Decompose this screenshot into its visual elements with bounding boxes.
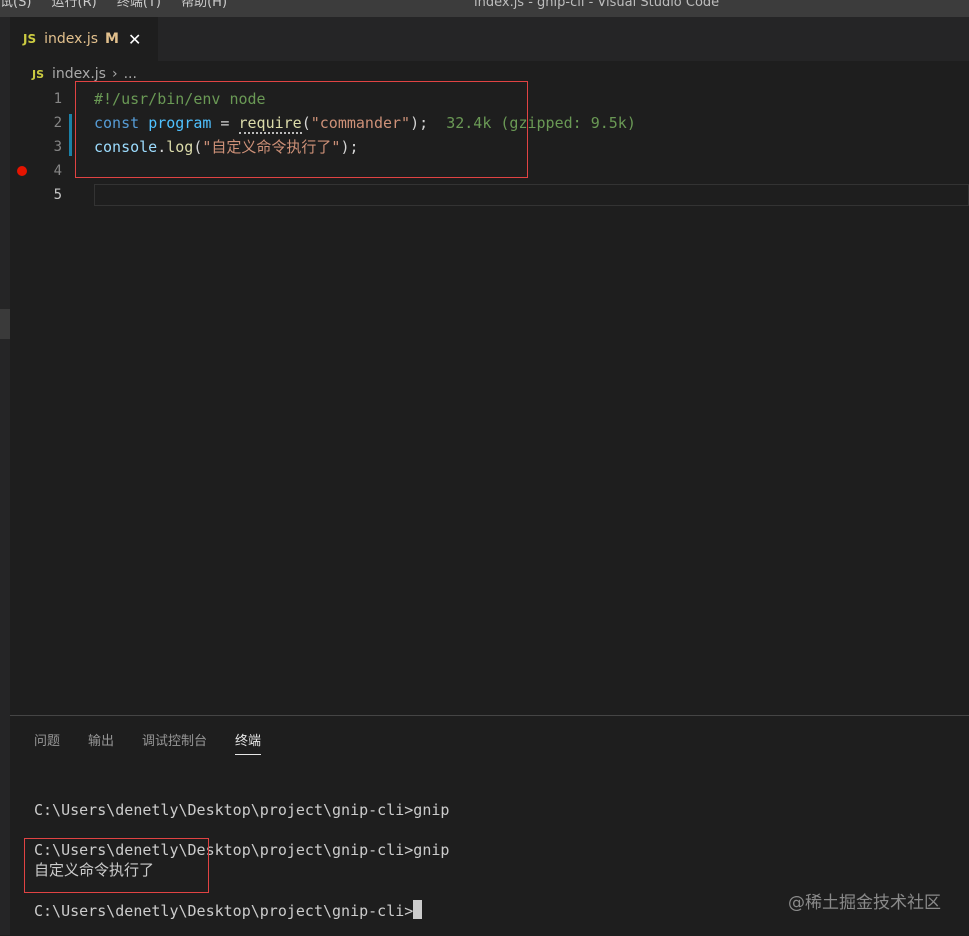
menu-item-run[interactable]: 运行(R) bbox=[52, 0, 97, 10]
annotation-box-code bbox=[75, 81, 528, 178]
scroll-indicator[interactable] bbox=[0, 309, 10, 339]
tab-label: index.js bbox=[44, 31, 99, 47]
code-line-5[interactable]: 5 bbox=[10, 183, 969, 207]
line-number: 1 bbox=[53, 91, 62, 107]
annotation-box-terminal bbox=[24, 838, 209, 893]
line-number: 5 bbox=[53, 187, 62, 203]
tab-problems[interactable]: 问题 bbox=[34, 730, 60, 755]
chevron-right-icon: › bbox=[111, 66, 118, 82]
terminal-prompt-line[interactable]: C:\Users\denetly\Desktop\project\gnip-cl… bbox=[34, 900, 423, 921]
code-editor[interactable]: 1 #!/usr/bin/env node 2 const program = … bbox=[10, 87, 969, 715]
line-number: 2 bbox=[53, 115, 62, 131]
tab-terminal[interactable]: 终端 bbox=[235, 730, 262, 755]
javascript-file-icon: JS bbox=[32, 67, 45, 81]
breadcrumb-file[interactable]: index.js bbox=[52, 66, 106, 82]
title-bar: 试(S) 运行(R) 终端(T) 帮助(H) index.js - gnip-c… bbox=[0, 0, 969, 17]
menu-item-terminal[interactable]: 终端(T) bbox=[117, 0, 161, 10]
tab-index-js[interactable]: JS index.js M ✕ bbox=[10, 17, 158, 61]
tab-output[interactable]: 输出 bbox=[88, 730, 114, 755]
close-icon[interactable]: ✕ bbox=[128, 30, 141, 49]
watermark: @稀土掘金技术社区 bbox=[788, 893, 941, 913]
breadcrumb-more[interactable]: ... bbox=[124, 66, 137, 82]
line-number: 3 bbox=[53, 139, 62, 155]
tab-debug-console[interactable]: 调试控制台 bbox=[142, 730, 207, 755]
bottom-panel: 问题 输出 调试控制台 终端 C:\Users\denetly\Desktop\… bbox=[10, 715, 969, 936]
line-number: 4 bbox=[53, 163, 62, 179]
editor-tab-strip: JS index.js M ✕ bbox=[10, 17, 969, 61]
terminal-line: C:\Users\denetly\Desktop\project\gnip-cl… bbox=[34, 801, 450, 819]
javascript-file-icon: JS bbox=[23, 32, 37, 46]
activity-bar bbox=[0, 17, 10, 935]
terminal-cursor bbox=[413, 900, 423, 919]
menu-bar: 试(S) 运行(R) 终端(T) 帮助(H) bbox=[0, 0, 243, 11]
terminal-prompt: C:\Users\denetly\Desktop\project\gnip-cl… bbox=[34, 902, 414, 920]
window-title: index.js - gnip-cli - Visual Studio Code bbox=[474, 0, 720, 10]
modified-badge: M bbox=[105, 31, 119, 47]
menu-item-debug[interactable]: 试(S) bbox=[0, 0, 31, 10]
menu-item-help[interactable]: 帮助(H) bbox=[181, 0, 227, 10]
panel-tabs: 问题 输出 调试控制台 终端 bbox=[34, 730, 289, 755]
